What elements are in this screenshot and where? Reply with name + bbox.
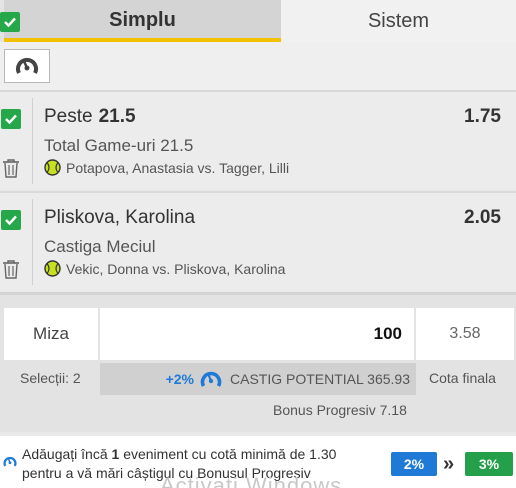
selection-name: Peste (44, 106, 93, 127)
divider (32, 199, 33, 285)
total-odds-label: Cota finala (429, 370, 496, 386)
speedometer-icon (200, 371, 222, 387)
bet-match: Potapova, Anastasia vs. Tagger, Lilli (44, 159, 289, 176)
match-name: Potapova, Anastasia vs. Tagger, Lilli (66, 159, 290, 176)
checkmark-icon (5, 114, 17, 125)
bet-match: Vekic, Donna vs. Pliskova, Karolina (44, 260, 285, 277)
selections-count: Selecții: 2 (20, 370, 81, 386)
tennis-ball-icon (44, 159, 61, 176)
match-name: Vekic, Donna vs. Pliskova, Karolina (66, 260, 286, 277)
bet-item: Peste 21.5 1.75 Total Game-uri 21.5 Potap… (0, 90, 516, 190)
bet-market: Castiga Meciul (44, 237, 156, 256)
speedometer-icon (16, 57, 38, 74)
stake-panel: Miza 100 3.58 Selecții: 2 +2% CASTIG POT… (0, 292, 516, 432)
bet-checkbox[interactable] (1, 210, 21, 230)
double-chevron-right-icon: » (443, 453, 455, 475)
bet-checkbox[interactable] (1, 109, 21, 129)
bet-item: Pliskova, Karolina 2.05 Castiga Meciul V… (0, 191, 516, 291)
bonus-percent: +2% (165, 371, 194, 387)
current-bonus-badge: 2% (391, 452, 437, 476)
stake-row: Miza 100 3.58 (4, 308, 516, 360)
selection-name: Pliskova, Karolina (44, 207, 196, 228)
select-all-checkbox[interactable] (0, 12, 20, 32)
progressive-bonus: Bonus Progresiv 7.18 (273, 402, 407, 418)
stake-info-row: Selecții: 2 +2% CASTIG POTENTIAL 365.93 … (0, 363, 516, 395)
stake-input[interactable]: 100 (100, 308, 414, 360)
betslip-toolbar (0, 42, 516, 90)
tab-simplu[interactable]: Simplu (4, 0, 281, 42)
bet-market: Total Game-uri 21.5 (44, 136, 194, 155)
checkmark-icon (5, 215, 17, 226)
next-bonus-badge: 3% (465, 452, 513, 476)
stake-label: Miza (4, 308, 98, 360)
potential-win-text: CASTIG POTENTIAL 365.93 (230, 371, 410, 387)
trash-icon[interactable] (2, 158, 20, 178)
checkmark-icon (4, 17, 16, 28)
speedometer-icon (3, 456, 17, 467)
divider (32, 98, 33, 184)
bet-odds: 1.75 (464, 106, 501, 127)
trash-icon[interactable] (2, 259, 20, 279)
selection-value: 21.5 (98, 106, 136, 127)
tennis-ball-icon (44, 260, 61, 277)
bet-selection: Pliskova, Karolina (44, 207, 195, 229)
quick-bet-button[interactable] (4, 49, 50, 83)
bet-type-tabs: Simplu Sistem (0, 0, 516, 42)
windows-activation-watermark: Activati Windows (160, 473, 343, 488)
bonus-message-part: Adăugați încă (22, 446, 112, 462)
total-odds-value: 3.58 (416, 308, 514, 360)
tab-sistem[interactable]: Sistem (281, 0, 516, 42)
bet-selection: Peste 21.5 (44, 106, 136, 128)
potential-win: +2% CASTIG POTENTIAL 365.93 (100, 363, 416, 395)
bet-odds: 2.05 (464, 207, 501, 228)
